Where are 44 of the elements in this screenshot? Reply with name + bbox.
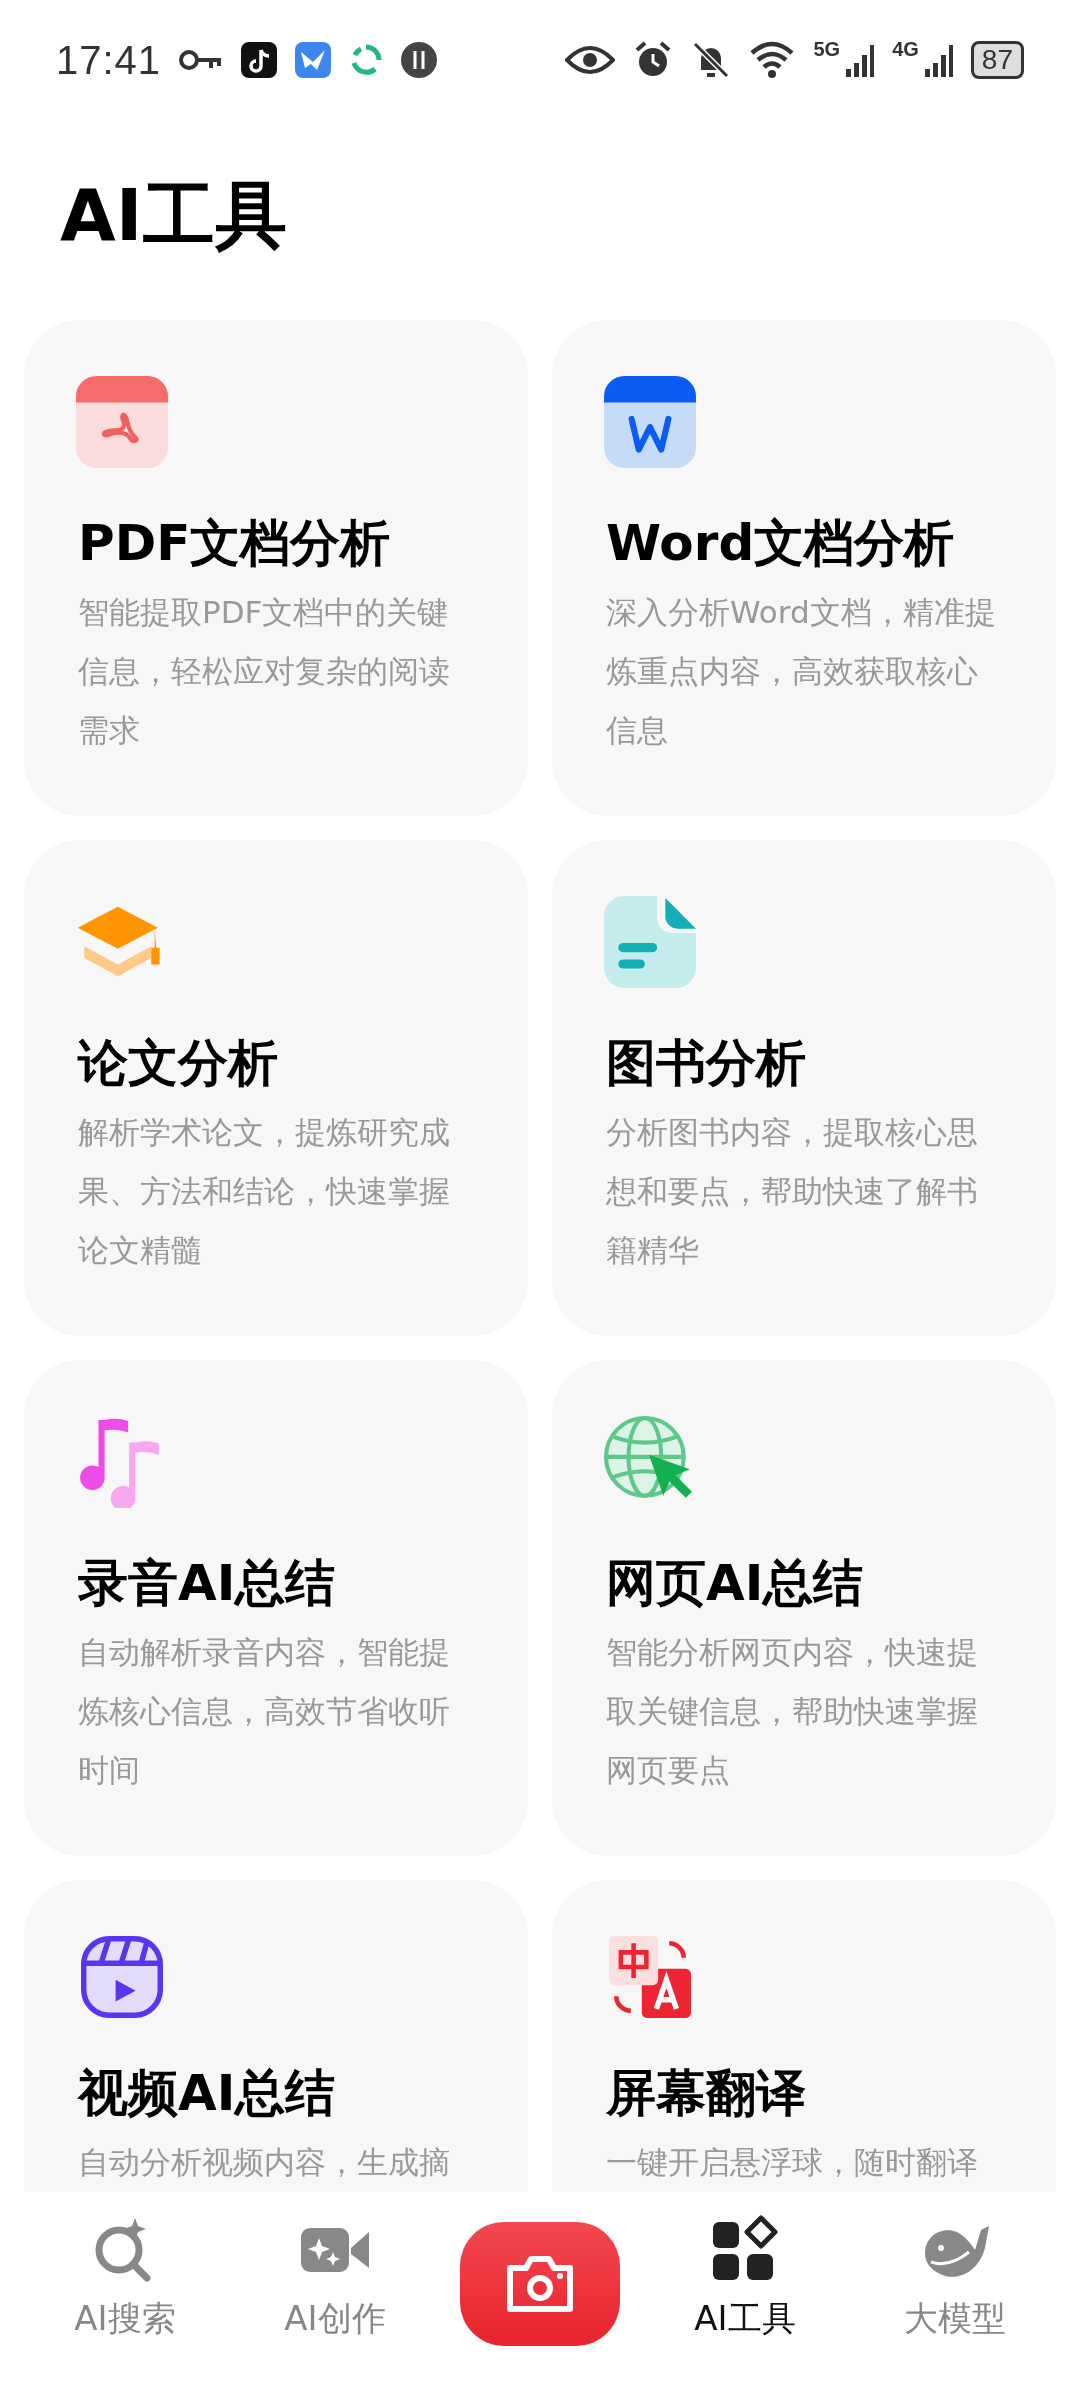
camera-icon (504, 2254, 576, 2314)
nav-tab[interactable]: AI搜索 (40, 2192, 210, 2342)
nav-tab[interactable]: AI工具 (660, 2192, 830, 2342)
page-title: AI工具 (60, 172, 288, 259)
tool-title: 图书分析 (606, 1033, 807, 1094)
status-time: 17:41 (56, 37, 162, 83)
pdf-icon (76, 376, 168, 468)
tool-description: 分析图书内容，提取核心思想和要点，帮助快速了解书籍精华 (606, 1113, 979, 1270)
tool-card[interactable]: PDF文档分析 智能提取PDF文档中的关键信息，轻松应对复杂的阅读需求 (24, 320, 528, 816)
word-document-icon (604, 376, 696, 468)
tool-description: 智能提取PDF文档中的关键信息，轻松应对复杂的阅读需求 (78, 593, 451, 750)
music-app-icon (241, 42, 278, 78)
network-type: 4G (892, 38, 919, 61)
document-icon (604, 896, 696, 988)
network-type: 5G (813, 38, 841, 61)
nav-tab[interactable]: 大模型 (870, 2192, 1040, 2342)
tool-card[interactable]: 视频AI总结 自动分析视频内容，生成摘 (24, 1880, 528, 2192)
nav-tab[interactable]: AI创作 (250, 2192, 420, 2342)
signal-icon (844, 43, 875, 77)
tool-title: 录音AI总结 (78, 1553, 337, 1614)
tool-title: Word文档分析 (606, 513, 956, 574)
wifi-icon (749, 41, 796, 79)
tool-card[interactable]: Word文档分析 深入分析Word文档，精准提炼重点内容，高效获取核心信息 (552, 320, 1056, 816)
tool-description: 深入分析Word文档，精准提炼重点内容，高效获取核心信息 (606, 593, 997, 750)
tool-description: 智能分析网页内容，快速提取关键信息，帮助快速掌握网页要点 (606, 1633, 979, 1790)
tool-card[interactable]: 屏幕翻译 一键开启悬浮球，随时翻译 (552, 1880, 1056, 2192)
key-icon (179, 48, 224, 72)
tool-card[interactable]: 录音AI总结 自动解析录音内容，智能提炼核心信息，高效节省收听时间 (24, 1360, 528, 1856)
tool-card[interactable]: 图书分析 分析图书内容，提取核心思想和要点，帮助快速了解书籍精华 (552, 840, 1056, 1336)
battery-level: 87 (970, 41, 1024, 79)
tool-card[interactable]: 论文分析 解析学术论文，提炼研究成果、方法和结论，快速掌握论文精髓 (24, 840, 528, 1336)
tool-description: 解析学术论文，提炼研究成果、方法和结论，快速掌握论文精髓 (78, 1113, 451, 1270)
signal-icon (922, 43, 953, 77)
tool-description: 自动解析录音内容，智能提炼核心信息，高效节省收听时间 (78, 1633, 451, 1790)
camera-button[interactable] (460, 2222, 620, 2346)
tool-title: PDF文档分析 (78, 513, 392, 574)
tool-description: 一键开启悬浮球，随时翻译 (606, 2143, 979, 2182)
tool-description: 自动分析视频内容，生成摘 (78, 2143, 451, 2182)
tool-title: 网页AI总结 (606, 1553, 865, 1614)
tool-title: 屏幕翻译 (606, 2063, 807, 2124)
tool-card[interactable]: 网页AI总结 智能分析网页内容，快速提取关键信息，帮助快速掌握网页要点 (552, 1360, 1056, 1856)
tool-title: 视频AI总结 (78, 2063, 337, 2124)
eye-icon (565, 44, 616, 76)
tool-title: 论文分析 (78, 1033, 279, 1094)
